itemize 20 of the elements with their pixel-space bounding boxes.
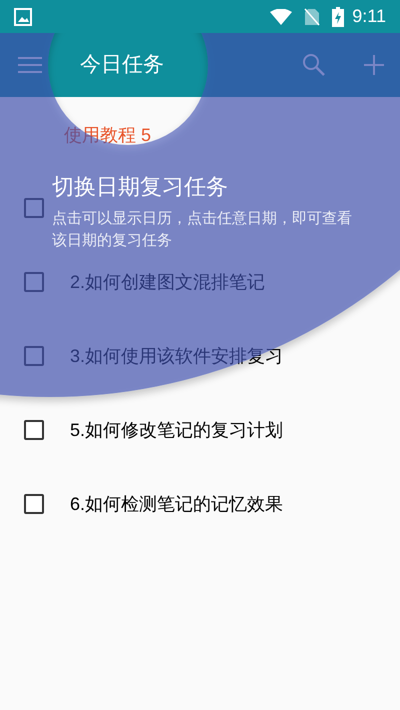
add-icon[interactable] [364,55,384,75]
task-label: 2.如何创建图文混排笔记 [70,270,266,294]
wifi-icon [270,8,292,24]
checkbox[interactable] [24,198,44,218]
checkbox[interactable] [24,420,44,440]
menu-icon[interactable] [18,56,42,74]
search-icon[interactable] [302,53,326,77]
image-icon [14,8,32,26]
battery-charging-icon [332,6,344,26]
checkbox[interactable] [24,346,44,366]
no-sim-icon [304,8,320,26]
section-header: 使用教程 5 [64,124,152,147]
checkbox[interactable] [24,272,44,292]
showcase-title: 切换日期复习任务 [52,173,229,201]
showcase-description: 点击可以显示日历，点击任意日期，即可查看该日期的复习任务 [52,209,353,251]
checkbox[interactable] [24,494,44,514]
task-label: 6.如何检测笔记的记忆效果 [70,492,284,516]
app-title: 今日任务 [80,52,164,78]
clock-time: 9:11 [352,5,386,28]
task-label: 5.如何修改笔记的复习计划 [70,418,284,442]
